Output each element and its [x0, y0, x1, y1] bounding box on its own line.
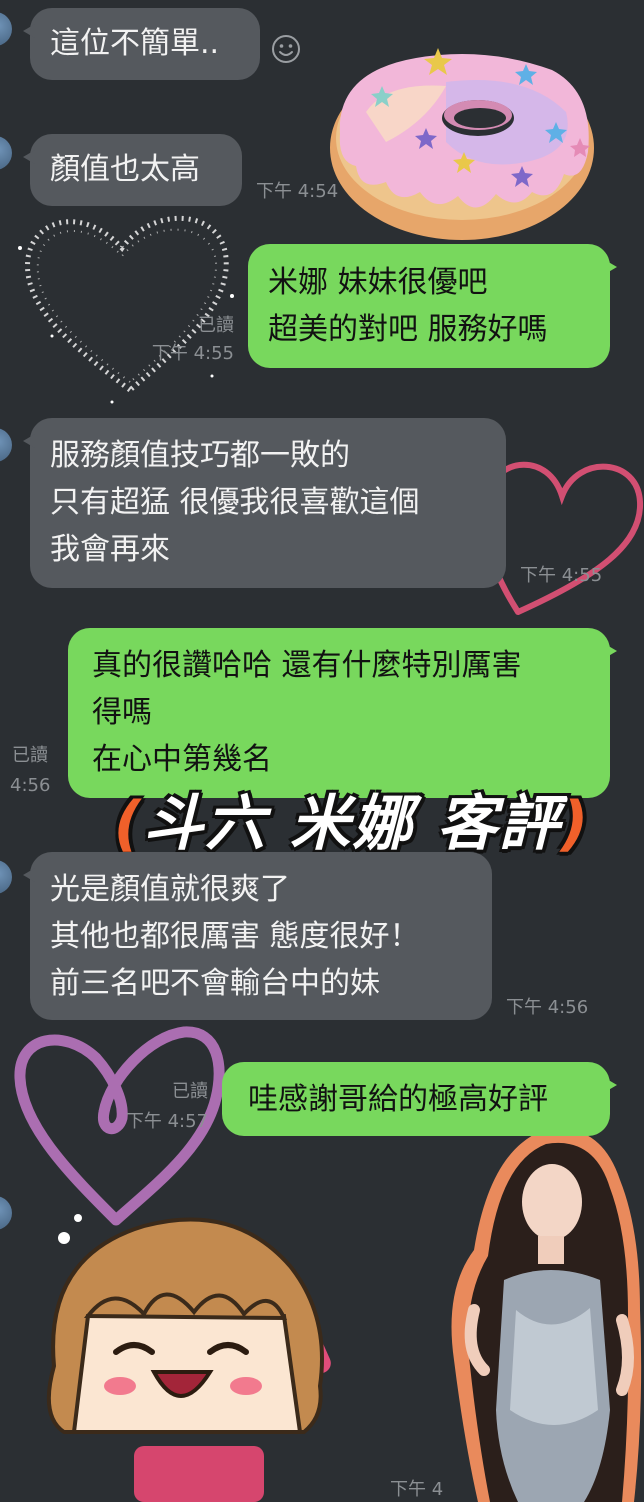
message-bubble-outgoing[interactable]: 真的很讚哈哈 還有什麼特別厲害 得嗎 在心中第幾名 — [68, 628, 617, 798]
message-bubble-incoming[interactable]: 服務顏值技巧都一敗的 只有超猛 很優我很喜歡這個 我會再來 — [23, 418, 506, 588]
message-text: 前三名吧不會輸台中的妹 — [50, 966, 380, 1001]
message-time: 下午 4:57 — [125, 1111, 208, 1132]
banner-close-paren: ) — [560, 789, 591, 859]
message-bubble-outgoing[interactable]: 米娜 妹妹很優吧 超美的對吧 服務好嗎 — [248, 244, 617, 368]
message-text: 我會再來 — [50, 532, 170, 567]
message-text: 真的很讚哈哈 還有什麼特別厲害 — [92, 648, 522, 683]
sender-avatar[interactable] — [0, 428, 12, 462]
smiley-icon[interactable] — [271, 34, 301, 64]
message-time: 下午 4:55 — [520, 565, 603, 586]
sparkle-heart-icon — [18, 202, 234, 404]
woman-photo-cutout — [451, 1128, 642, 1502]
sender-avatar[interactable] — [0, 136, 12, 170]
sender-avatar[interactable] — [0, 12, 12, 46]
message-text: 超美的對吧 服務好嗎 — [268, 312, 548, 347]
cartoon-girl-sticker — [46, 1214, 331, 1502]
message-text: 服務顏值技巧都一敗的 — [50, 438, 350, 473]
message-text: 顏值也太高 — [50, 152, 200, 187]
banner-open-paren: ( — [113, 789, 144, 859]
banner-text: 斗六 米娜 客評 — [143, 789, 561, 859]
read-receipt: 已讀 — [198, 315, 234, 336]
message-time: 下午 4:56 — [506, 997, 589, 1018]
message-bubble-incoming[interactable]: 顏值也太高 — [23, 134, 242, 206]
message-text: 哇感謝哥給的極高好評 — [248, 1082, 548, 1117]
message-text: 其他也都很厲害 態度很好！ — [50, 919, 420, 954]
message-bubble-incoming[interactable]: 光是顏值就很爽了 其他也都很厲害 態度很好！ 前三名吧不會輸台中的妹 — [23, 852, 492, 1020]
message-text: 光是顏值就很爽了 — [50, 872, 290, 907]
donut-sticker — [330, 48, 594, 240]
sender-avatar[interactable] — [0, 860, 12, 894]
sender-avatar[interactable] — [0, 1196, 12, 1230]
message-text: 這位不簡單.. — [50, 26, 220, 61]
message-time: 下午 4:55 — [151, 343, 234, 364]
message-time: 下午 4 — [390, 1479, 444, 1500]
message-time: 下午 4:54 — [256, 181, 339, 202]
read-receipt: 已讀 — [172, 1081, 208, 1102]
message-bubble-incoming[interactable]: 這位不簡單.. — [23, 8, 260, 80]
read-receipt: 已讀 — [12, 745, 48, 766]
message-time: 4:56 — [10, 775, 51, 796]
message-bubble-outgoing[interactable]: 哇感謝哥給的極高好評 — [222, 1062, 617, 1136]
message-text: 米娜 妹妹很優吧 — [268, 265, 488, 300]
message-text: 只有超猛 很優我很喜歡這個 — [50, 485, 420, 520]
message-text: 在心中第幾名 — [92, 742, 272, 777]
message-text: 得嗎 — [92, 695, 152, 730]
